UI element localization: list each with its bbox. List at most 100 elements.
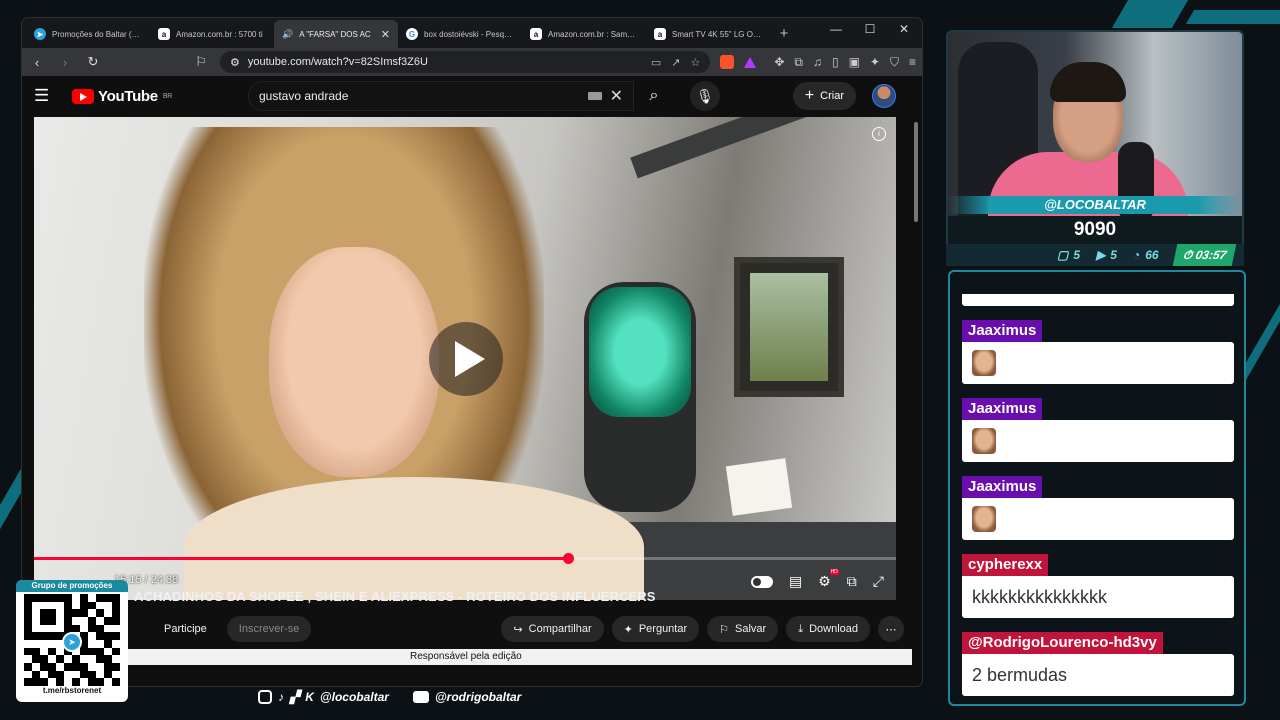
account-avatar[interactable] [872, 84, 896, 108]
fullscreen-icon[interactable]: ⤢ [873, 573, 884, 590]
site-info-icon[interactable]: ⚙ [230, 56, 240, 69]
social-handles: ♪ ▞ K @locobaltar @rodrigobaltar [258, 690, 521, 704]
tab-title: Smart TV 4K 55" LG OLED e [672, 29, 762, 39]
chat-username: Jaaximus [962, 476, 1043, 498]
share-button[interactable]: ↪ Compartilhar [501, 616, 604, 642]
youtube-logo-text: YouTube [98, 87, 158, 105]
menu-icon[interactable]: ≡ [909, 55, 916, 70]
create-button[interactable]: + Criar [792, 82, 856, 110]
chat-count: ▢ 5 [1057, 248, 1080, 262]
kick-icon: K [305, 690, 314, 704]
wallet-icon[interactable]: ▣ [849, 55, 860, 70]
address-bar-actions: ▭ ↗ ☆ [651, 56, 701, 69]
tab-amazon-5700[interactable]: a Amazon.com.br : 5700 ti [150, 20, 274, 48]
instagram-icon [258, 690, 272, 704]
promo-qr-card: Grupo de promoções ➤ t.me/rbstorenet [16, 580, 128, 702]
plus-icon: + [804, 87, 815, 104]
progress-scrubber[interactable] [562, 553, 574, 564]
page-scrollbar[interactable] [914, 116, 920, 664]
back-icon[interactable]: ‹ [28, 55, 46, 70]
chat-panel: Jaaximus Jaaximus Jaaximus cypherexx kkk… [948, 270, 1246, 706]
chat-username: cypherexx [962, 554, 1049, 576]
vpn-icon[interactable]: ⛉ [890, 55, 899, 70]
new-tab-button[interactable]: + [770, 20, 798, 48]
chat-bubble: kkkkkkkkkkkkkkk [962, 576, 1234, 618]
hamburger-menu-icon[interactable]: ☰ [34, 86, 56, 106]
leo-ai-icon[interactable]: ✦ [870, 55, 880, 70]
google-icon: G [406, 28, 418, 40]
follower-count: 9090 [948, 216, 1242, 244]
keyboard-icon[interactable] [587, 92, 602, 100]
star-icon[interactable]: ☆ [690, 56, 700, 69]
cast-icon[interactable]: ▭ [651, 56, 661, 69]
minimize-icon[interactable]: — [824, 22, 848, 36]
mic-icon: 🎙 [696, 87, 714, 104]
tab-telegram[interactable]: ➤ Promoções do Baltar (Grupo) [26, 20, 150, 48]
music-icon[interactable]: ♫ [813, 55, 822, 70]
chat-icon: ▢ [1057, 248, 1069, 262]
clear-search-icon[interactable]: ✕ [610, 86, 623, 106]
social-handle-2: @rodrigobaltar [434, 690, 522, 704]
download-icon: ⤓ [798, 622, 804, 635]
progress-bar[interactable] [34, 553, 896, 564]
tooltip: Responsável pela edição [22, 649, 912, 665]
more-actions-button[interactable]: ⋯ [878, 616, 904, 642]
screenshot-icon[interactable]: ⧉ [794, 55, 803, 70]
chat-message: Jaaximus [962, 398, 1234, 462]
video-player[interactable]: i 15:15 / 24:38 ▤ ⚙ HD ⧉ ⤢ [34, 117, 896, 600]
subtitles-icon[interactable]: ▤ [789, 573, 802, 590]
bookmark-icon[interactable]: ⚐ [192, 54, 210, 70]
scrollbar-thumb[interactable] [914, 122, 918, 222]
join-button[interactable]: Participe [152, 616, 219, 642]
youtube-count: ▶ 5 [1096, 248, 1117, 262]
settings-icon[interactable]: ⚙ HD [818, 569, 839, 590]
info-icon[interactable]: i [872, 127, 886, 141]
youtube-play-icon [72, 88, 94, 104]
subscribe-button[interactable]: Inscrever-se [226, 616, 312, 642]
maximize-icon[interactable]: ☐ [858, 22, 882, 36]
stream-timer: ⏱ 03:57 [1172, 244, 1237, 266]
save-label: Salvar [735, 623, 767, 635]
chat-previous-message [962, 294, 1234, 306]
sidebar-icon[interactable]: ▯ [832, 55, 839, 70]
tab-amazon-lg[interactable]: a Smart TV 4K 55" LG OLED e [646, 20, 770, 48]
youtube-header: ☰ YouTube BR gustavo andrade ✕ ⌕ 🎙 + Cria… [22, 76, 922, 116]
big-play-button[interactable] [429, 322, 503, 396]
chat-username: Jaaximus [962, 320, 1043, 342]
window-controls: — ☐ ✕ [824, 22, 916, 36]
video-actions: Participe Inscrever-se ↪ Compartilhar ✦ Pe… [152, 614, 904, 644]
extensions-icon[interactable]: ✥ [774, 55, 784, 70]
tab-strip: ➤ Promoções do Baltar (Grupo) a Amazon.c… [22, 18, 922, 48]
reload-icon[interactable]: ↻ [84, 54, 102, 70]
search-button[interactable]: ⌕ [634, 81, 674, 111]
close-tab-icon[interactable]: ✕ [381, 28, 390, 41]
tab-google[interactable]: G box dostoiévski - Pesquisa Google [398, 20, 522, 48]
ask-button[interactable]: ✦ Perguntar [611, 616, 700, 642]
amazon-icon: a [530, 28, 542, 40]
autoplay-toggle[interactable] [751, 575, 773, 588]
save-button[interactable]: ⚐ Salvar [707, 616, 779, 642]
tab-youtube-active[interactable]: ▶ 🔊 A "FARSA" DOS AC ✕ [274, 20, 398, 48]
address-bar[interactable]: ⚙ youtube.com/watch?v=82SImsf3Z6U ▭ ↗ ☆ [220, 51, 711, 73]
voice-search-button[interactable]: 🎙 [689, 81, 720, 111]
tab-title: A "FARSA" DOS AC [299, 29, 371, 39]
face-emote-icon [972, 428, 996, 454]
brave-shield-icon[interactable] [720, 55, 735, 69]
tab-amazon-samsung[interactable]: a Amazon.com.br : Samsung [522, 20, 646, 48]
miniplayer-icon[interactable]: ⧉ [847, 573, 857, 590]
speaker-icon[interactable]: 🔊 [282, 29, 293, 40]
share-icon[interactable]: ↗ [671, 56, 680, 69]
forward-icon[interactable]: › [56, 55, 74, 70]
brave-rewards-icon[interactable] [744, 56, 757, 68]
download-button[interactable]: ⤓ Download [786, 616, 870, 642]
search-input[interactable]: gustavo andrade ✕ [247, 81, 634, 111]
bookmark-icon: ⚐ [719, 623, 730, 636]
stream-stats: ▢ 5 ▶ 5 ◔ 66 ⏱ 03:57 [946, 244, 1244, 266]
video-title: ACHADINHOS DA SHOPEE , SHEIN E ALIEXPRES… [134, 589, 656, 604]
tab-title: Promoções do Baltar (Grupo) [52, 29, 142, 39]
youtube-logo[interactable]: YouTube BR [72, 88, 172, 105]
close-window-icon[interactable]: ✕ [892, 22, 916, 36]
video-frame-mic-arm [630, 117, 883, 179]
progress-fill [34, 557, 568, 560]
chat-username: Jaaximus [962, 398, 1043, 420]
